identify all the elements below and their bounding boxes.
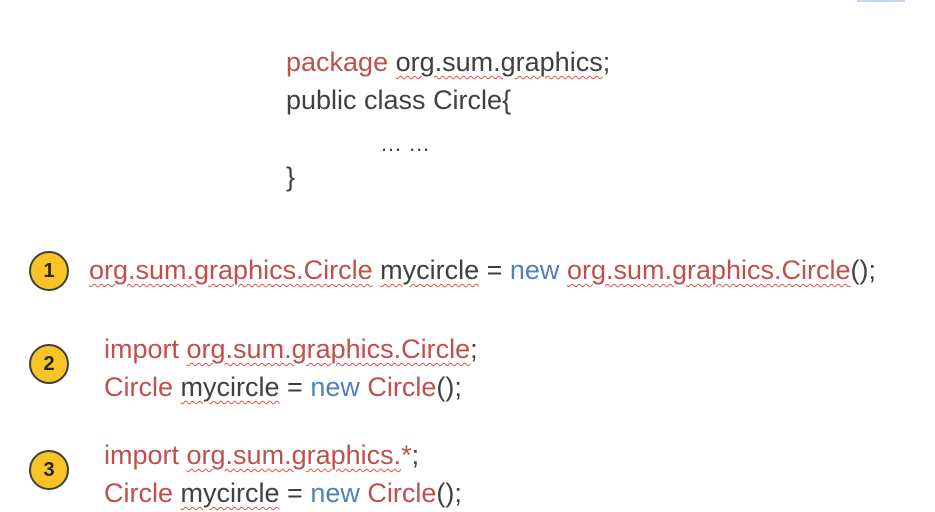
class-name: Circle bbox=[104, 478, 174, 508]
assignment-operator: = bbox=[479, 255, 510, 285]
import-keyword: import bbox=[104, 440, 180, 470]
step-badge-2: 2 bbox=[29, 344, 69, 384]
example-2-import-line: import org.sum.graphics.Circle; bbox=[104, 330, 478, 368]
new-keyword: new bbox=[310, 372, 360, 402]
variable-name: mycircle bbox=[180, 478, 280, 508]
package-line: package org.sum.graphics; bbox=[286, 43, 610, 81]
step-badge-3: 3 bbox=[29, 450, 69, 490]
example-3-declaration-line: Circle mycircle = new Circle(); bbox=[104, 474, 462, 512]
closing-brace-line: } bbox=[286, 162, 296, 192]
wildcard: * bbox=[401, 440, 412, 470]
new-keyword: new bbox=[310, 478, 360, 508]
class-declaration-line: public class Circle{ bbox=[286, 85, 512, 115]
qualified-class-name: org.sum.graphics.Circle bbox=[89, 255, 373, 285]
step-badge-1: 1 bbox=[29, 251, 69, 291]
assignment-operator: = bbox=[279, 478, 311, 508]
package-name: org.sum.graphics bbox=[395, 47, 603, 77]
call-end: (); bbox=[436, 478, 462, 508]
example-3-import-line: import org.sum.graphics.*; bbox=[104, 436, 419, 474]
import-path: org.sum.graphics.Circle bbox=[186, 334, 471, 364]
qualified-constructor: org.sum.graphics.Circle bbox=[566, 255, 851, 285]
package-semicolon: ; bbox=[602, 47, 611, 77]
semicolon: ; bbox=[411, 440, 420, 470]
package-keyword: package bbox=[286, 47, 389, 77]
variable-name: mycircle bbox=[180, 372, 280, 402]
example-1-line: org.sum.graphics.Circle mycircle = new o… bbox=[89, 251, 876, 289]
top-edge-mark bbox=[857, 0, 905, 2]
assignment-operator: = bbox=[279, 372, 311, 402]
variable-name: mycircle bbox=[380, 255, 480, 285]
import-keyword: import bbox=[104, 334, 180, 364]
constructor-name: Circle bbox=[367, 478, 437, 508]
semicolon: ; bbox=[470, 334, 478, 364]
call-end: (); bbox=[436, 372, 462, 402]
class-name: Circle bbox=[104, 372, 174, 402]
import-path: org.sum.graphics. bbox=[186, 440, 402, 470]
example-2-declaration-line: Circle mycircle = new Circle(); bbox=[104, 368, 462, 406]
constructor-name: Circle bbox=[367, 372, 437, 402]
call-end: (); bbox=[850, 255, 877, 285]
new-keyword: new bbox=[509, 255, 560, 285]
ellipsis-line: … … bbox=[380, 131, 431, 156]
